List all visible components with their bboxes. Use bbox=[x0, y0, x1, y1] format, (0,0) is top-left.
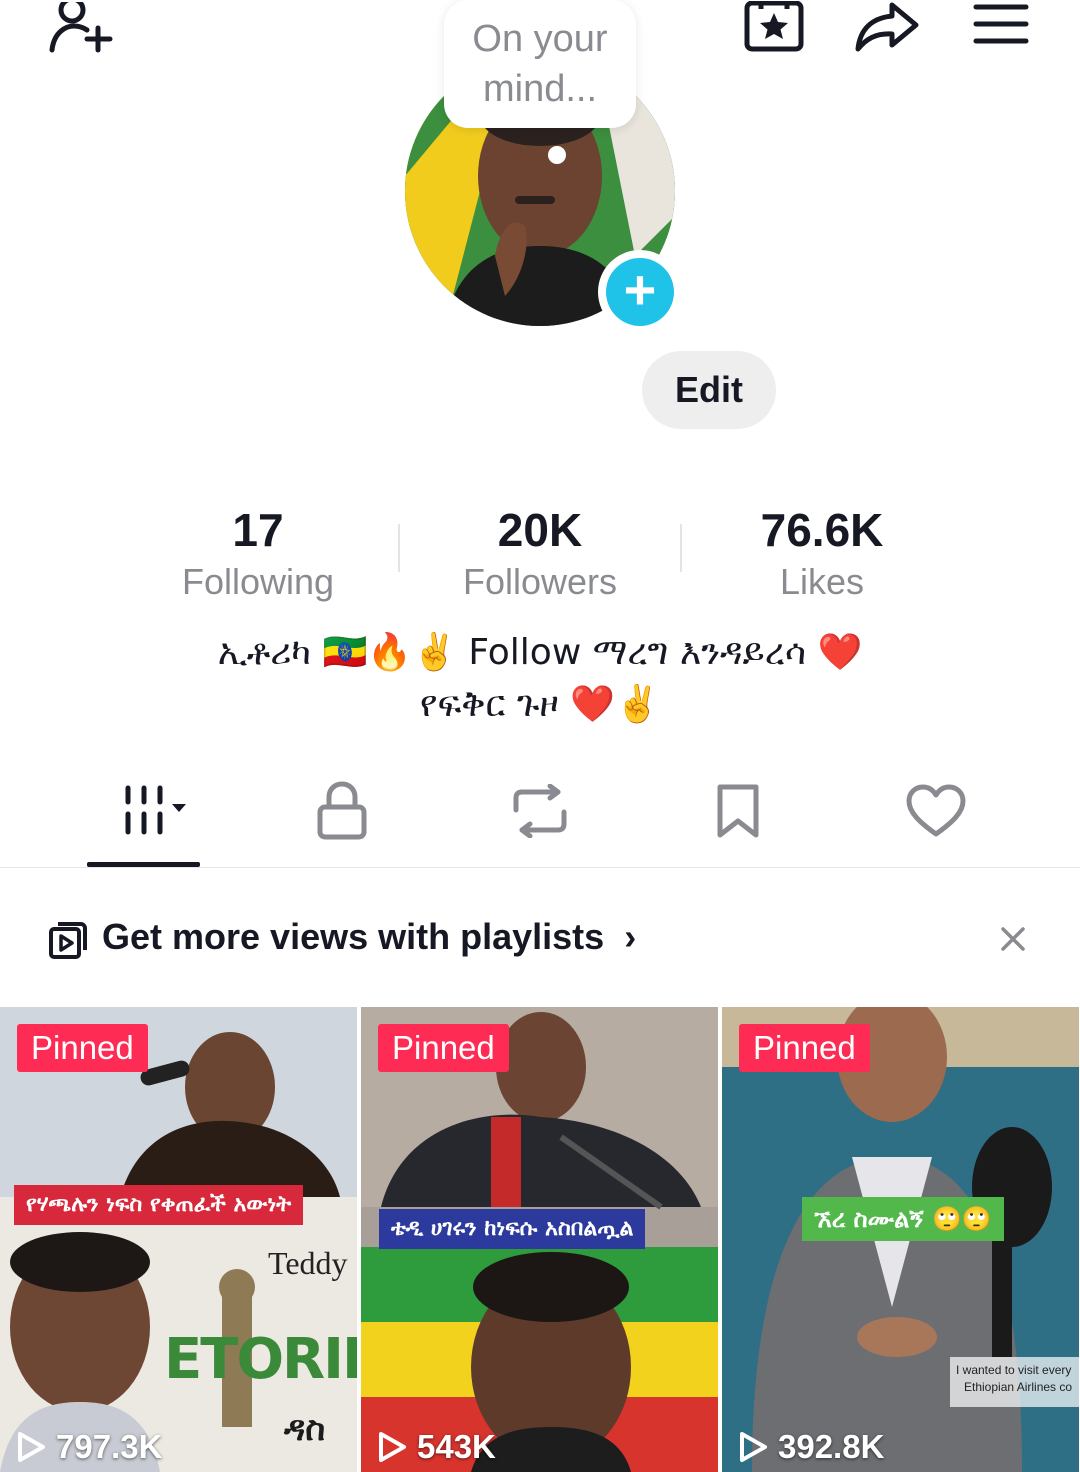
view-count: 797.3K bbox=[16, 1424, 162, 1470]
repost-icon bbox=[513, 784, 567, 838]
tab-favorites[interactable] bbox=[688, 776, 788, 846]
video-1-image bbox=[0, 1007, 357, 1472]
mind-bubble-dot bbox=[548, 146, 566, 164]
pinned-badge: Pinned bbox=[378, 1024, 509, 1072]
stat-following-value: 17 bbox=[232, 504, 284, 556]
video-overlay-logo: ETORIK bbox=[164, 1327, 357, 1392]
share-button[interactable] bbox=[852, 0, 922, 54]
stat-followers-label: Followers bbox=[462, 561, 618, 602]
mind-bubble-text: On your mind... bbox=[472, 18, 608, 110]
tab-reposts[interactable] bbox=[490, 776, 590, 846]
video-thumbnail[interactable]: ቴዲ ሀገሩን ከነፍሱ አስበልጧል Pinned 543K bbox=[361, 1007, 718, 1472]
stat-likes-label: Likes bbox=[779, 561, 865, 602]
tabs-divider bbox=[0, 867, 1080, 868]
video-overlay-text: I wanted to visit every bbox=[956, 1363, 1072, 1377]
lock-icon bbox=[317, 781, 367, 840]
bookmark-icon bbox=[717, 784, 759, 838]
stat-following[interactable]: 17 Following bbox=[138, 502, 378, 604]
view-count-value: 392.8K bbox=[778, 1428, 885, 1465]
play-icon bbox=[740, 1432, 767, 1462]
playlist-banner[interactable]: Get more views with playlists › bbox=[0, 906, 1080, 970]
view-count: 392.8K bbox=[738, 1424, 884, 1470]
stat-following-label: Following bbox=[181, 561, 335, 602]
play-icon bbox=[18, 1432, 45, 1462]
view-count-value: 797.3K bbox=[56, 1428, 163, 1465]
view-count-value: 543K bbox=[417, 1428, 496, 1465]
add-story-button[interactable]: + bbox=[598, 250, 682, 334]
plus-icon: + bbox=[606, 258, 674, 326]
playlist-banner-label: Get more views with playlists bbox=[102, 916, 605, 957]
heart-icon bbox=[906, 784, 966, 837]
add-friend-icon bbox=[49, 2, 113, 53]
favorites-button[interactable] bbox=[740, 0, 808, 54]
bio-line-2: የፍቅር ጉዞ ❤️✌️ bbox=[419, 684, 661, 725]
video-overlay-text-2: ዳስ bbox=[284, 1409, 326, 1449]
grid-icon bbox=[125, 785, 186, 835]
bio-line-1: ኢቶሪካ 🇪🇹🔥✌️ Follow ማረግ እንዳይረሳ ❤️ bbox=[217, 632, 863, 673]
video-thumbnail[interactable]: ኧረ ስሙልኝ 🙄🙄 I wanted to visit every Ethio… bbox=[722, 1007, 1079, 1472]
stat-likes-value: 76.6K bbox=[760, 504, 884, 556]
video-thumbnail[interactable]: የሃጫሉን ነፍስ የቀጠፈች አውነት Teddy ETORIK ዳስ Pin… bbox=[0, 1007, 357, 1472]
stat-likes[interactable]: 76.6K Likes bbox=[702, 502, 942, 604]
add-friend-button[interactable] bbox=[40, 0, 120, 60]
video-overlay-text-2: Ethiopian Airlines co bbox=[964, 1380, 1073, 1394]
stat-divider bbox=[680, 524, 682, 572]
mind-bubble[interactable]: On your mind... bbox=[444, 0, 636, 128]
video-caption: የሃጫሉን ነፍስ የቀጠፈች አውነት bbox=[14, 1185, 304, 1225]
pinned-badge: Pinned bbox=[17, 1024, 148, 1072]
tab-private[interactable] bbox=[292, 776, 392, 846]
stat-divider bbox=[398, 524, 400, 572]
tab-liked[interactable] bbox=[886, 776, 986, 846]
video-caption: ኧረ ስሙልኝ 🙄🙄 bbox=[802, 1197, 1004, 1241]
view-count: 543K bbox=[377, 1424, 496, 1470]
playlist-icon bbox=[49, 922, 87, 959]
handle-obscured bbox=[560, 428, 680, 446]
tab-videos[interactable] bbox=[100, 776, 200, 846]
pinned-badge: Pinned bbox=[739, 1024, 870, 1072]
menu-button[interactable] bbox=[970, 0, 1032, 50]
edit-profile-button[interactable]: Edit bbox=[642, 351, 776, 429]
play-icon bbox=[379, 1432, 406, 1462]
stat-followers-value: 20K bbox=[497, 504, 583, 556]
share-icon bbox=[855, 2, 919, 52]
close-icon[interactable] bbox=[1000, 926, 1026, 952]
stat-followers[interactable]: 20K Followers bbox=[420, 502, 660, 604]
username-obscured bbox=[470, 364, 620, 390]
playlist-banner-text: Get more views with playlists › bbox=[102, 916, 636, 958]
chevron-right-icon: › bbox=[624, 916, 637, 957]
video-overlay-text: Teddy bbox=[268, 1245, 348, 1281]
video-caption: ቴዲ ሀገሩን ከነፍሱ አስበልጧል bbox=[379, 1209, 646, 1249]
menu-icon bbox=[973, 4, 1029, 44]
favorites-icon bbox=[744, 1, 804, 52]
